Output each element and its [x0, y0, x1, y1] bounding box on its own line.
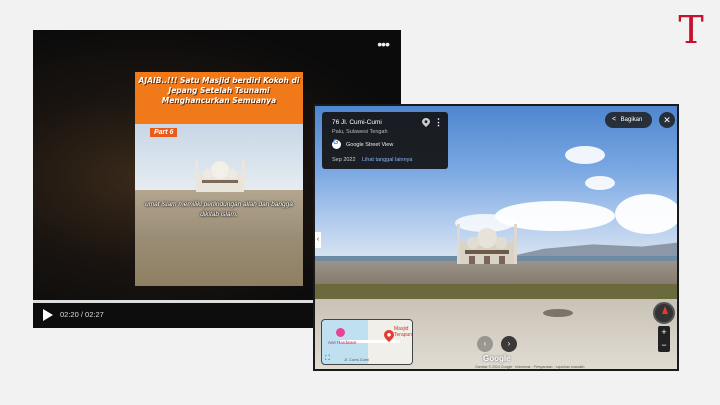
sv-manhole — [543, 309, 573, 317]
location-info-card: 76 Jl. Cumi-Cumi Palu, Sulawesi Tengah ⋮… — [322, 112, 448, 169]
copyright-bar: Gambar © 2024 Google · Indonesia · Persy… — [475, 365, 585, 369]
more-options-icon[interactable]: ••• — [377, 36, 390, 52]
map-pin-icon[interactable] — [384, 330, 394, 342]
google-g-icon — [332, 139, 341, 149]
poi-label: Ace Hardware — [328, 340, 357, 345]
street-view-panel[interactable]: 76 Jl. Cumi-Cumi Palu, Sulawesi Tengah ⋮… — [313, 104, 679, 371]
zoom-in-button[interactable]: + — [658, 326, 670, 339]
google-watermark: Google — [483, 354, 511, 363]
share-button[interactable]: < Bagikan — [605, 112, 652, 128]
more-dates-link[interactable]: Lihat tanggal lainnya — [362, 157, 412, 163]
cloud — [565, 146, 605, 164]
video-title-text: AJAIB..!!! Satu Masjid berdiri Kokoh di … — [138, 76, 300, 105]
cloud — [585, 176, 615, 190]
previous-photo-button[interactable]: ‹ — [477, 336, 493, 352]
zoom-control: + − — [658, 326, 670, 352]
shopping-poi-icon[interactable] — [336, 328, 345, 337]
card-menu-icon[interactable]: ⋮ — [434, 117, 443, 128]
expand-map-icon[interactable]: ⛶ — [325, 355, 330, 363]
share-label: Bagikan — [620, 117, 643, 123]
close-button[interactable]: ✕ — [659, 112, 675, 128]
city-text: Palu, Sulawesi Tengah — [332, 129, 388, 135]
zoom-out-button[interactable]: − — [658, 339, 670, 352]
map-pin-label: Masjid Terapung — [394, 326, 413, 338]
screenshot-canvas: T ••• AJAIB..!!! Satu Masjid berdiri Kok… — [0, 0, 720, 405]
minimap-road-label: Jl. Cumi-Cumi — [344, 357, 370, 362]
video-time: 02:20 / 02:27 — [60, 310, 104, 319]
video-frame: AJAIB..!!! Satu Masjid berdiri Kokoh di … — [135, 72, 303, 286]
capture-date: Sep 2022 — [332, 157, 356, 163]
video-caption: umat islam memiliki perlindungan allah d… — [145, 201, 293, 218]
share-icon: < — [612, 116, 617, 123]
source-text: Google Street View — [346, 142, 394, 148]
compass-icon[interactable] — [653, 302, 675, 324]
address-text: 76 Jl. Cumi-Cumi — [332, 119, 382, 126]
mosque-photo — [457, 224, 517, 264]
cloud — [615, 194, 677, 234]
brand-logo: T — [678, 8, 704, 52]
part-label: Part 6 — [150, 128, 178, 137]
location-pin-icon[interactable] — [422, 118, 430, 127]
play-icon[interactable] — [43, 309, 53, 321]
minimap[interactable]: Ace Hardware Masjid Terapung Jl. Cumi-Cu… — [321, 319, 413, 365]
mosque-illustration — [195, 160, 245, 192]
collapse-panel-button[interactable]: ‹ — [315, 232, 321, 248]
next-photo-button[interactable]: › — [501, 336, 517, 352]
video-title-banner: AJAIB..!!! Satu Masjid berdiri Kokoh di … — [135, 72, 303, 124]
